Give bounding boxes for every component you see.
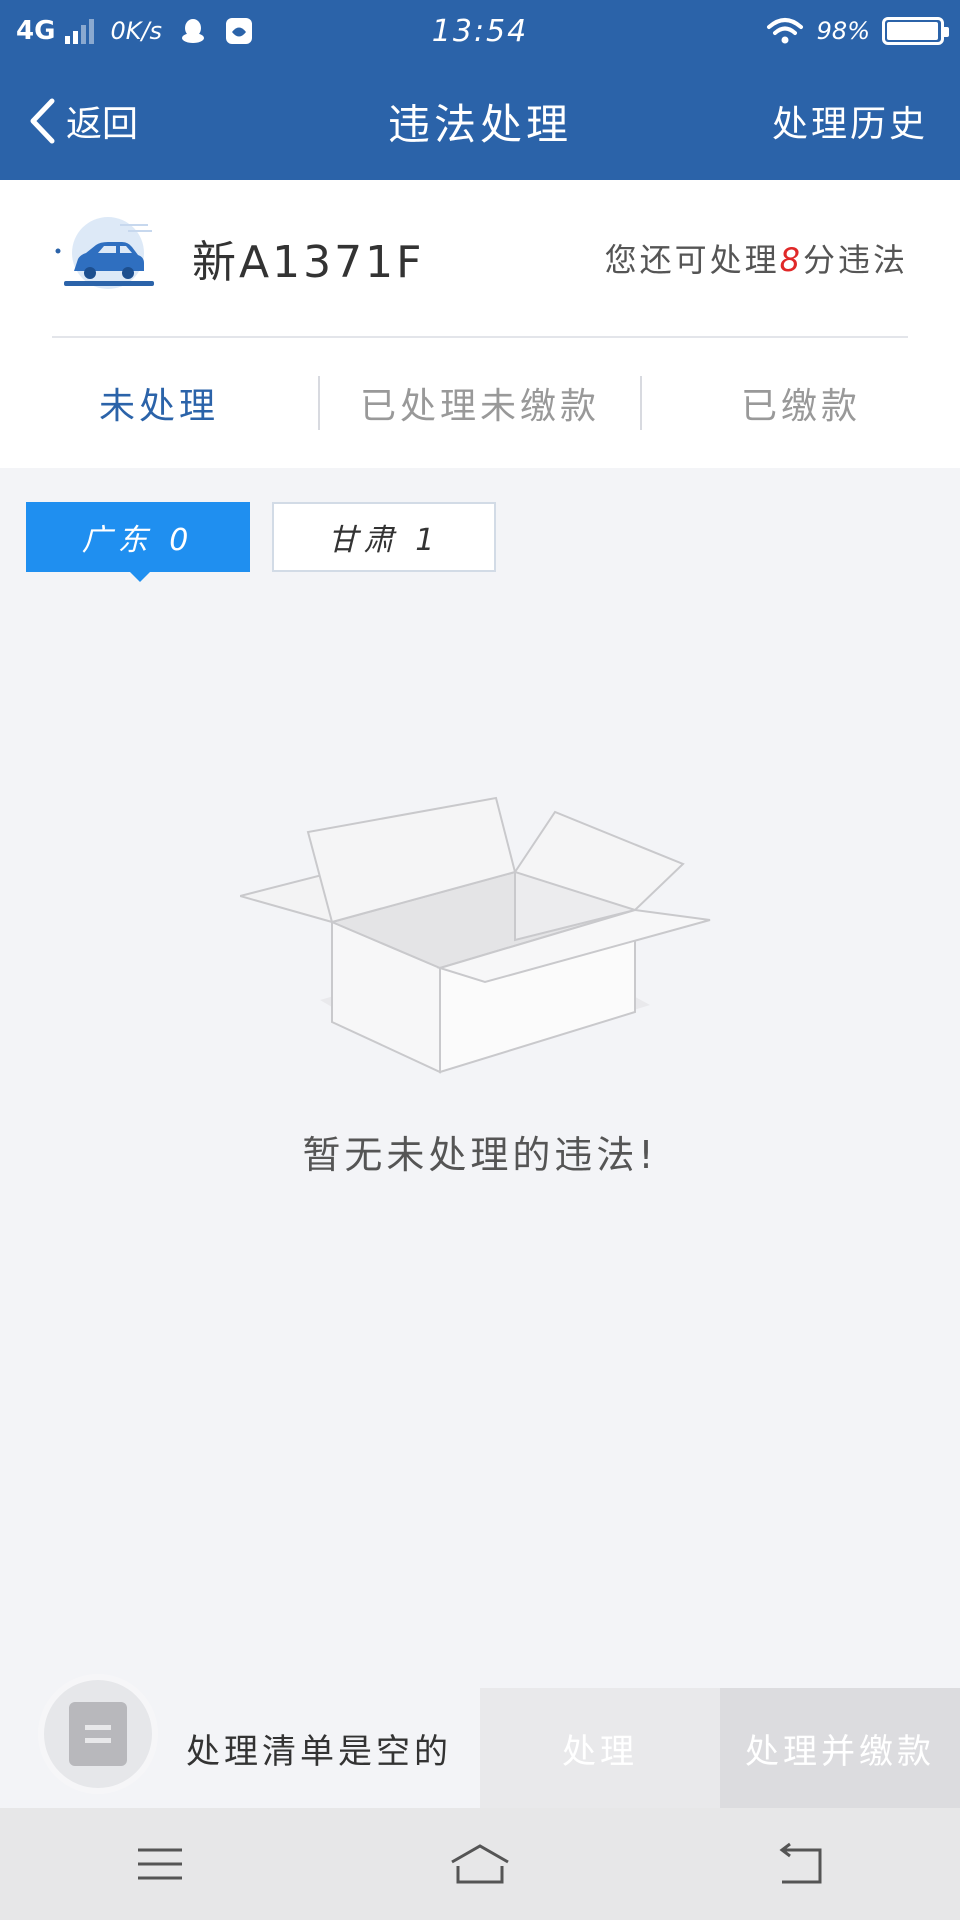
signal-icon	[65, 18, 95, 44]
remaining-points: 您还可处理8分违法	[605, 235, 908, 281]
status-left: 4G 0K/s	[16, 16, 254, 46]
history-button[interactable]: 处理历史	[772, 62, 928, 180]
car-icon	[55, 217, 154, 289]
back-button[interactable]: 返回	[28, 62, 138, 180]
list-icon	[69, 1702, 127, 1766]
points-value: 8	[779, 241, 803, 279]
vehicle-card: 新A1371F 您还可处理8分违法 未处理 已处理未缴款 已缴款	[0, 180, 960, 468]
battery-icon	[882, 17, 949, 45]
empty-box-icon	[240, 796, 711, 1074]
nav-bar: 返回 违法处理 处理历史	[0, 62, 960, 180]
battery-fill	[887, 22, 938, 40]
back-nav-button[interactable]	[640, 1842, 960, 1886]
process-and-pay-button[interactable]: 处理并缴款	[720, 1688, 960, 1808]
status-tabs: 未处理 已处理未缴款 已缴款	[0, 338, 960, 468]
status-right: 98%	[765, 16, 949, 46]
qq-icon	[182, 19, 205, 43]
tab-processed-unpaid[interactable]: 已处理未缴款	[320, 377, 640, 429]
chevron-left-icon	[30, 98, 55, 144]
return-icon	[779, 1842, 822, 1884]
app-notification-icon	[226, 18, 253, 44]
menu-button[interactable]	[0, 1844, 320, 1884]
province-chip-gansu[interactable]: 甘肃 1	[272, 502, 496, 572]
tab-paid[interactable]: 已缴款	[642, 377, 960, 429]
cart-button[interactable]	[38, 1674, 158, 1794]
empty-message: 暂无未处理的违法!	[302, 1133, 658, 1177]
home-icon	[451, 1844, 509, 1884]
home-button[interactable]	[320, 1842, 640, 1886]
system-nav-bar	[0, 1808, 960, 1920]
license-plate: 新A1371F	[192, 237, 425, 288]
back-label: 返回	[66, 104, 139, 145]
tab-unprocessed[interactable]: 未处理	[0, 377, 318, 429]
points-prefix: 您还可处理	[604, 241, 780, 279]
cart-empty-text: 处理清单是空的	[186, 1731, 452, 1772]
province-chip-guangdong[interactable]: 广东 0	[26, 502, 250, 582]
points-suffix: 分违法	[802, 241, 908, 279]
action-bar: 处理清单是空的 处理 处理并缴款	[0, 1674, 960, 1808]
menu-icon	[138, 1848, 182, 1880]
network-type: 4G	[16, 16, 56, 46]
wifi-icon	[766, 18, 803, 44]
battery-percent: 98%	[816, 17, 870, 45]
status-bar: 4G 0K/s 13:54 98%	[0, 0, 960, 62]
network-speed: 0K/s	[110, 17, 163, 45]
process-button[interactable]: 处理	[480, 1688, 720, 1808]
cart-area[interactable]: 处理清单是空的	[0, 1674, 480, 1808]
province-filter: 广东 0 甘肃 1	[26, 502, 496, 582]
vehicle-row: 新A1371F 您还可处理8分违法	[52, 180, 908, 338]
